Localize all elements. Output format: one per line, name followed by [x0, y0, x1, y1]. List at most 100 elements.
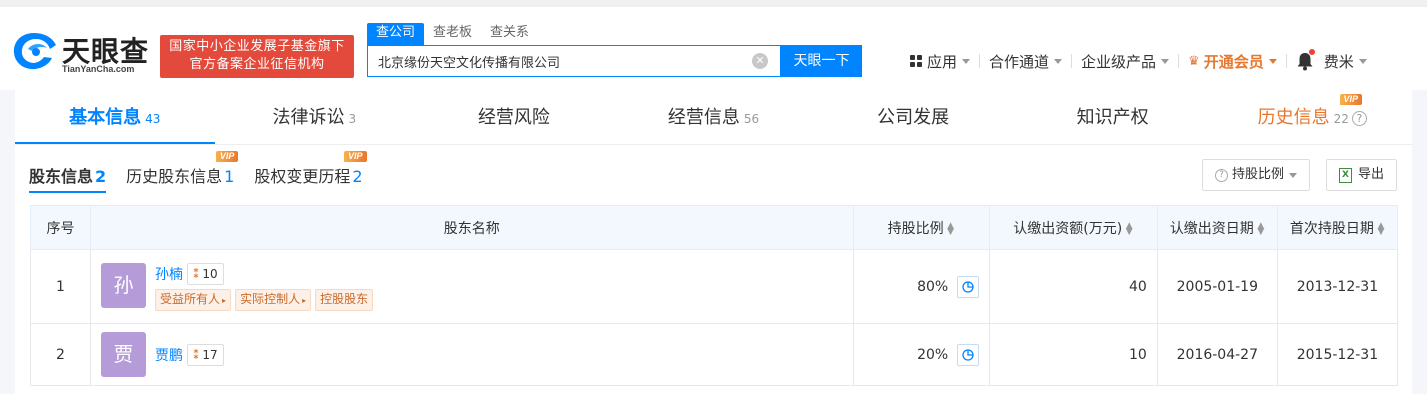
nav-open-vip[interactable]: ♛ 开通会员: [1188, 51, 1277, 72]
tab-count: 43: [145, 112, 161, 126]
company-section-tabs: 基本信息 43 法律诉讼 3 经营风险 经营信息 56 公司发展 知识产权 VIP 历…: [15, 90, 1412, 145]
export-button[interactable]: X 导出: [1326, 159, 1398, 191]
vip-badge: VIP: [1339, 94, 1363, 105]
sort-icon: ▲ ▼: [1125, 220, 1133, 237]
nav-enterprise[interactable]: 企业级产品: [1081, 51, 1170, 72]
tab-development[interactable]: 公司发展: [813, 90, 1013, 144]
col-ratio-label: 持股比例: [887, 220, 944, 237]
logo-mark-icon: [13, 33, 56, 70]
subtab-shareholders[interactable]: 股东信息 2: [29, 163, 107, 193]
sort-icon: ▲ ▼: [1257, 220, 1265, 237]
chevron-down-icon: [962, 58, 971, 64]
search-box: ✕: [367, 45, 781, 77]
search-tab-boss[interactable]: 查老板: [424, 23, 481, 45]
subtab-count: 1: [224, 167, 235, 186]
relation-graph-icon: ⁑: [193, 266, 200, 281]
tab-ip[interactable]: 知识产权: [1013, 90, 1213, 144]
relation-count: 10: [202, 266, 218, 281]
col-name: 股东名称: [90, 205, 854, 250]
tab-label: 基本信息: [69, 107, 142, 128]
chevron-down-icon: [1268, 58, 1277, 64]
holder-name-link[interactable]: 贾鹏: [155, 345, 183, 365]
tab-operation[interactable]: 经营信息 56: [614, 90, 814, 144]
col-amount[interactable]: 认缴出资额(万元) ▲ ▼: [988, 205, 1158, 250]
first-date-cell: 2013-12-31: [1276, 249, 1399, 324]
banner-line-1: 国家中小企业发展子基金旗下: [169, 39, 345, 54]
subtab-count: 2: [95, 167, 107, 186]
holder-cell: 贾 贾鹏 ⁑ 17: [90, 323, 854, 386]
sort-icon: ▲ ▼: [947, 220, 955, 237]
nav-notifications[interactable]: [1296, 49, 1324, 71]
subtab-equity-changes[interactable]: VIP 股权变更历程 2: [254, 151, 367, 187]
clear-icon[interactable]: ✕: [752, 53, 768, 69]
relation-count: 17: [202, 347, 218, 362]
tab-history[interactable]: VIP 历史信息 22?: [1212, 90, 1412, 144]
tag-actual-controller[interactable]: 实际控制人 ▸: [235, 288, 312, 311]
apps-grid-icon: [910, 55, 922, 67]
search-input[interactable]: [368, 46, 748, 76]
search-button[interactable]: 天眼一下: [781, 45, 862, 77]
nav-apps[interactable]: 应用: [910, 51, 971, 72]
tag-label: 控股股东: [320, 291, 369, 306]
tianyancha-logo[interactable]: 天眼查 TianYanCha.com: [10, 29, 155, 79]
col-subscribe-date[interactable]: 认缴出资日期 ▲ ▼: [1156, 205, 1278, 250]
subtab-label: 历史股东信息: [126, 167, 223, 186]
tag-beneficial-owner[interactable]: 受益所有人 ▸: [155, 288, 232, 311]
sort-icon: ▲ ▼: [1377, 220, 1385, 237]
col-index: 序号: [29, 205, 92, 250]
caret-right-icon: ▸: [222, 295, 227, 305]
banner-line-2: 官方备案企业征信机构: [189, 57, 325, 72]
avatar[interactable]: 贾: [101, 332, 147, 377]
nav-channel[interactable]: 合作通道: [989, 51, 1063, 72]
chevron-down-icon: [1289, 172, 1298, 178]
col-first-date[interactable]: 首次持股日期 ▲ ▼: [1276, 205, 1399, 250]
first-date-cell: 2015-12-31: [1276, 323, 1399, 386]
relation-count-badge[interactable]: ⁑ 10: [187, 262, 224, 285]
top-header: 天眼查 TianYanCha.com 国家中小企业发展子基金旗下 官方备案企业征…: [0, 0, 1427, 90]
equity-pie-icon[interactable]: [956, 343, 979, 366]
holder-name-link[interactable]: 孙楠: [155, 264, 183, 284]
tab-basic-info[interactable]: 基本信息 43: [15, 90, 215, 144]
avatar[interactable]: 孙: [101, 262, 147, 308]
ratio-cell: 20%: [852, 323, 990, 386]
search-tab-relation[interactable]: 查关系: [481, 23, 538, 45]
subtab-label: 股东信息: [29, 167, 94, 186]
top-nav: 应用 合作通道 企业级产品 ♛ 开通会员 费米: [910, 49, 1367, 73]
export-label: 导出: [1358, 167, 1385, 182]
col-ratio[interactable]: 持股比例 ▲ ▼: [852, 205, 990, 250]
caret-right-icon: ▸: [302, 295, 307, 305]
shareholder-panel: 股东信息 2 VIP 历史股东信息 1 VIP 股权变更历程 2 ? 持股比例 X 导…: [15, 145, 1412, 394]
nav-divider: [979, 54, 981, 68]
col-amount-label: 认缴出资额(万元): [1013, 220, 1123, 237]
relation-count-badge[interactable]: ⁑ 17: [187, 343, 224, 366]
ratio-filter-dropdown[interactable]: ? 持股比例: [1202, 159, 1311, 191]
nav-apps-label: 应用: [927, 52, 958, 71]
tab-label: 公司发展: [877, 107, 950, 128]
nav-user[interactable]: 费米: [1324, 51, 1367, 72]
nav-channel-label: 合作通道: [989, 52, 1050, 71]
chevron-down-icon: [1161, 58, 1170, 64]
tab-legal[interactable]: 法律诉讼 3: [215, 90, 415, 144]
vip-badge: VIP: [215, 151, 239, 162]
table-row: 2 贾 贾鹏 ⁑ 17 20% 10 2016-04-27 2015-12-31: [29, 323, 1399, 386]
subtab-count: 2: [352, 167, 363, 186]
subtab-history-shareholders[interactable]: VIP 历史股东信息 1: [126, 151, 239, 187]
tab-risk[interactable]: 经营风险: [414, 90, 614, 144]
relation-graph-icon: ⁑: [193, 347, 200, 362]
nav-divider: [1071, 54, 1073, 68]
logo-subtitle: TianYanCha.com: [62, 64, 135, 74]
ratio-value: 80%: [917, 278, 949, 295]
ratio-cell: 80%: [852, 249, 990, 324]
vip-badge: VIP: [344, 151, 367, 162]
subscribe-date-cell: 2005-01-19: [1156, 249, 1278, 324]
tag-label: 受益所有人: [160, 291, 221, 306]
row-index: 2: [29, 323, 92, 386]
equity-pie-icon[interactable]: [956, 275, 979, 298]
tab-label: 经营信息: [667, 107, 740, 128]
nav-vip-label: 开通会员: [1203, 52, 1264, 71]
tab-label: 经营风险: [477, 107, 550, 128]
search-tab-company[interactable]: 查公司: [367, 23, 425, 45]
official-banner: 国家中小企业发展子基金旗下 官方备案企业征信机构: [160, 35, 354, 78]
help-icon[interactable]: ?: [1351, 110, 1367, 126]
tab-count: 56: [743, 112, 760, 126]
